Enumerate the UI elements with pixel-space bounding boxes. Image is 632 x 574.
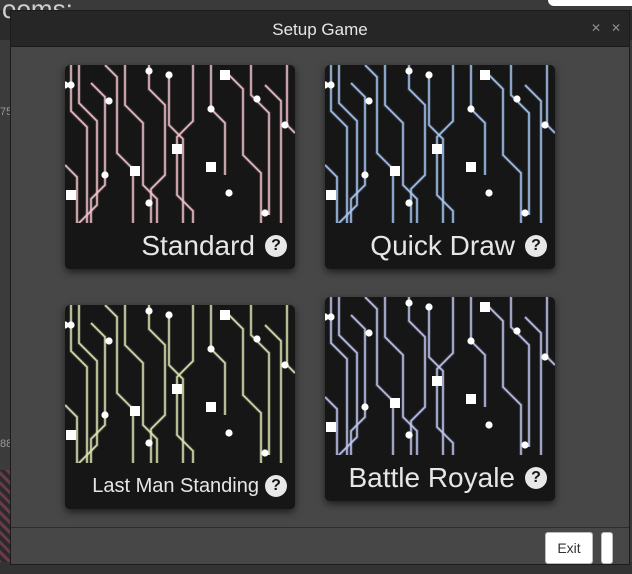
secondary-button[interactable] [601, 532, 613, 564]
dialog-titlebar[interactable]: Setup Game ✕ ✕ [11, 11, 629, 47]
close-icon[interactable]: ✕ [609, 21, 623, 35]
background-app-header [0, 0, 632, 10]
mode-label: Quick Draw [370, 230, 515, 261]
mode-label: Last Man Standing [92, 474, 259, 497]
dialog-footer: Exit [11, 527, 629, 566]
background-left-panel: 75 88 [0, 40, 12, 574]
mode-label: Standard [141, 230, 255, 261]
setup-game-dialog: Setup Game ✕ ✕ Standard ? Quick Draw ? L… [10, 10, 630, 565]
mode-card-standard[interactable]: Standard ? [65, 65, 295, 269]
mode-label: Battle Royale [348, 462, 515, 493]
mode-card-quick-draw[interactable]: Quick Draw ? [325, 65, 555, 269]
exit-button[interactable]: Exit [545, 532, 593, 564]
question-circle-icon[interactable]: ? [265, 235, 287, 257]
minimize-icon[interactable]: ✕ [589, 21, 603, 35]
question-circle-icon[interactable]: ? [525, 235, 547, 257]
mode-card-battle-royale[interactable]: Battle Royale ? [325, 297, 555, 501]
dialog-title: Setup Game [272, 20, 368, 39]
question-circle-icon[interactable]: ? [525, 467, 547, 489]
background-white-panel [548, 0, 632, 6]
question-circle-icon[interactable]: ? [265, 475, 287, 497]
mode-card-last-man-standing[interactable]: Last Man Standing ? [65, 305, 295, 509]
background-striped-area [0, 470, 10, 574]
